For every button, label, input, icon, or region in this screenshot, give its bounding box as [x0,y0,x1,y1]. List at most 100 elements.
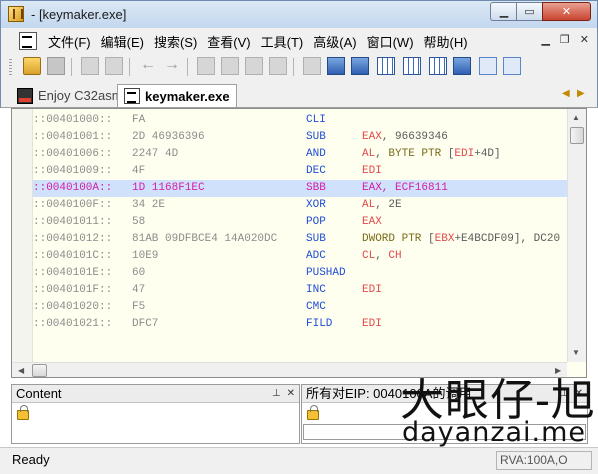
title-bar: - [keymaker.exe] ▁ ▭ ✕ [0,0,598,28]
hex-bytes-cell: F5 [132,301,146,313]
content-panel: Content ⊥ ✕ [11,384,300,444]
rva-indicator: RVA:100A,O [496,451,592,470]
hex-bytes-cell: 10E9 [132,250,159,262]
mnemonic-cell: SUB [306,131,326,143]
code-line[interactable]: ::00401021:: DFC7 FILD EDI [33,316,567,333]
code-line[interactable]: ::00401000:: FA CLI [33,112,567,129]
code-line[interactable]: ::00401001:: 2D 46936396 SUB EAX, 96639346 [33,129,567,146]
code-line[interactable]: ::00401011:: 58 POP EAX [33,214,567,231]
settings-icon[interactable] [303,57,321,75]
horizontal-scrollbar[interactable]: ◀ ▶ [12,362,567,377]
code-line[interactable]: ::0040100F:: 34 2E XOR AL, 2E [33,197,567,214]
scroll-right-icon[interactable]: ▶ [555,366,561,375]
operand-token: [ [421,233,435,245]
hex-bytes-cell: 81AB 09DFBCE4 14A020DC [132,233,278,245]
code-line[interactable]: ::0040101C:: 10E9 ADC CL, CH [33,248,567,265]
hex-bytes-cell: 2D 46936396 [132,131,205,143]
c32asm-icon [17,87,33,104]
document-icon[interactable] [19,32,37,50]
scroll-up-icon[interactable]: ▲ [572,113,580,122]
minimize-button[interactable]: ▁ [490,2,517,21]
panel-close-icon[interactable]: ✕ [575,385,583,403]
mdi-close-icon[interactable]: ✕ [580,33,589,46]
menu-window[interactable]: 窗口(W) [362,32,419,51]
view-mode-icon[interactable] [479,57,497,75]
menu-edit[interactable]: 编辑(E) [96,32,149,51]
back-arrow-icon[interactable]: ← [139,57,157,75]
open-folder-icon[interactable] [23,57,41,75]
goto-icon[interactable] [197,57,215,75]
mnemonic-cell: AND [306,148,326,160]
app-icon [8,6,24,22]
command-input[interactable] [303,424,586,440]
refresh-icon[interactable] [453,57,471,75]
vertical-scroll-thumb[interactable] [570,127,584,144]
pin-icon[interactable]: ⊥ [272,385,281,403]
tab-enjoy-c32asm[interactable]: Enjoy C32asm [11,84,129,107]
mnemonic-cell: PUSHAD [306,267,346,279]
tab-keymaker[interactable]: keymaker.exe [117,84,237,107]
menu-advanced[interactable]: 高级(A) [308,32,361,51]
tab-label: keymaker.exe [145,88,230,104]
menu-bar: 文件(F) 编辑(E) 搜索(S) 查看(V) 工具(T) 高级(A) 窗口(W… [0,28,598,54]
address-cell: ::0040100A:: [33,182,113,194]
close-button[interactable]: ✕ [542,2,591,21]
mnemonic-cell: DEC [306,165,326,177]
mdi-restore-icon[interactable]: ❐ [560,33,570,46]
menu-view[interactable]: 查看(V) [202,32,255,51]
code-line[interactable]: ::00401012:: 81AB 09DFBCE4 14A020DC SUB DWO… [33,231,567,248]
horizontal-scroll-thumb[interactable] [32,364,47,377]
menu-file[interactable]: 文件(F) [43,32,96,51]
align-icon[interactable] [351,57,369,75]
panel-close-icon[interactable]: ✕ [287,385,295,403]
address-cell: ::00401001:: [33,131,113,143]
pin-icon[interactable]: ⊥ [560,385,569,403]
list-icon[interactable] [327,57,345,75]
operands-cell: EAX [362,214,382,231]
forward-arrow-icon[interactable]: → [163,57,181,75]
toolbar-separator [187,58,188,76]
hex-bytes-cell: FA [132,114,146,126]
address-cell: ::00401009:: [33,165,113,177]
line-gutter[interactable] [12,109,33,362]
scroll-left-icon[interactable]: ◀ [18,366,24,375]
code-line[interactable]: ::00401020:: F5 CMC [33,299,567,316]
copy-icon[interactable] [81,57,99,75]
code-line[interactable]: ::00401009:: 4F DEC EDI [33,163,567,180]
menu-tools[interactable]: 工具(T) [256,32,309,51]
toolbar-grip[interactable] [9,59,12,76]
mnemonic-cell: SBB [306,182,326,194]
mdi-minimize-icon[interactable]: ▁ [541,33,549,46]
scroll-down-icon[interactable]: ▼ [572,348,580,357]
menu-help[interactable]: 帮助(H) [419,32,473,51]
vertical-scrollbar[interactable]: ▲ ▼ [567,109,586,362]
selected-code-line[interactable]: ::0040100A:: 1D 1168F1EC SBB EAX, ECF16811 [33,180,567,197]
code-line[interactable]: ::0040101F:: 47 INC EDI [33,282,567,299]
operand-token: , [375,250,389,262]
panel-title: Content [16,386,62,401]
mnemonic-cell: POP [306,216,326,228]
jump-icon[interactable] [221,57,239,75]
hex-grid-icon[interactable] [377,57,395,75]
tab-prev-icon[interactable]: ◀ [562,88,570,99]
paste-icon[interactable] [105,57,123,75]
menu-search[interactable]: 搜索(S) [149,32,202,51]
return-icon[interactable] [269,57,287,75]
address-cell: ::00401006:: [33,148,113,160]
code-line[interactable]: ::0040101E:: 60 PUSHAD [33,265,567,282]
hex-bytes-cell: 58 [132,216,146,228]
split-view-icon[interactable] [503,57,521,75]
code-line[interactable]: ::00401006:: 2247 4D AND AL, BYTE PTR [EDI+… [33,146,567,163]
table-icon[interactable] [403,57,421,75]
data-grid-icon[interactable] [429,57,447,75]
mnemonic-cell: INC [306,284,326,296]
operand-token: , 2E [375,199,402,211]
tab-next-icon[interactable]: ▶ [577,88,585,99]
follow-icon[interactable] [245,57,263,75]
operand-token: CH [388,250,402,262]
lock-icon [307,405,319,420]
save-icon[interactable] [47,57,65,75]
maximize-button[interactable]: ▭ [516,2,543,21]
operands-cell: EDI [362,282,382,299]
disassembly-view[interactable]: ::00401000:: FA CLI::00401001:: 2D 46936396… [11,108,587,378]
